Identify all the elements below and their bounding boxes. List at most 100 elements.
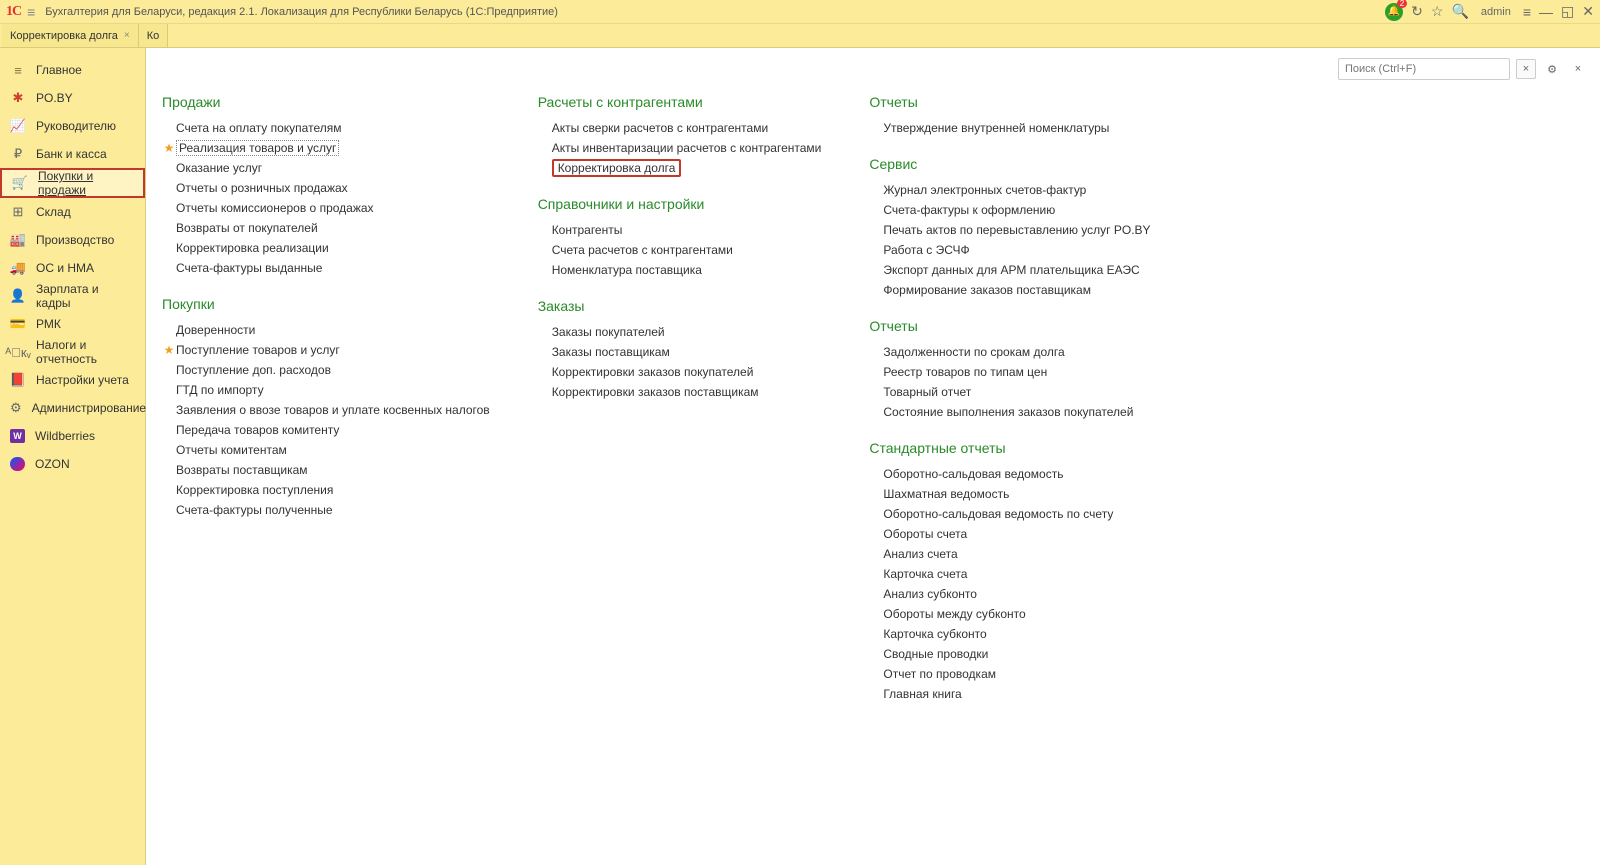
tab-label: Ко <box>147 30 160 42</box>
nav-link[interactable]: Сводные проводки <box>883 647 988 661</box>
sidebar-item[interactable]: WWildberries <box>0 422 145 450</box>
nav-link[interactable]: Экспорт данных для АРМ плательщика ЕАЭС <box>883 263 1139 277</box>
sidebar-item[interactable]: ⊞Склад <box>0 198 145 226</box>
sidebar-item[interactable]: 📕Настройки учета <box>0 366 145 394</box>
sidebar-item[interactable]: ✱PO.BY <box>0 84 145 112</box>
star-icon[interactable]: ★ <box>162 141 176 155</box>
nav-link[interactable]: Карточка субконто <box>883 627 986 641</box>
nav-link[interactable]: Номенклатура поставщика <box>552 263 702 277</box>
nav-link[interactable]: Заказы покупателей <box>552 325 665 339</box>
nav-link[interactable]: Корректировка долга <box>552 159 682 177</box>
settings-gear-icon[interactable]: ⚙ <box>1542 59 1562 79</box>
nav-link[interactable]: Карточка счета <box>883 567 967 581</box>
sidebar-item[interactable]: ⚙Администрирование <box>0 394 145 422</box>
minimize-icon[interactable]: — <box>1539 4 1553 20</box>
nav-link[interactable]: Доверенности <box>176 323 255 337</box>
nav-link[interactable]: Состояние выполнения заказов покупателей <box>883 405 1133 419</box>
nav-link[interactable]: Корректировки заказов покупателей <box>552 365 754 379</box>
nav-link[interactable]: Корректировка поступления <box>176 483 333 497</box>
sidebar-item[interactable]: 🚚ОС и НМА <box>0 254 145 282</box>
sidebar-item-label: Налоги и отчетность <box>36 338 135 366</box>
sidebar-item-icon: 🏭 <box>10 232 26 248</box>
close-window-icon[interactable]: ✕ <box>1582 3 1594 20</box>
sidebar-item[interactable]: 👤Зарплата и кадры <box>0 282 145 310</box>
sidebar-item-label: Банк и касса <box>36 147 107 161</box>
nav-link[interactable]: Счета на оплату покупателям <box>176 121 341 135</box>
nav-link[interactable]: Товарный отчет <box>883 385 971 399</box>
nav-link[interactable]: Корректировка реализации <box>176 241 329 255</box>
nav-link[interactable]: Возвраты от покупателей <box>176 221 318 235</box>
sidebar-item[interactable]: OZON <box>0 450 145 478</box>
sidebar-item[interactable]: 🛒Покупки и продажи <box>0 168 145 198</box>
nav-link[interactable]: Утверждение внутренней номенклатуры <box>883 121 1109 135</box>
nav-link[interactable]: Журнал электронных счетов-фактур <box>883 183 1086 197</box>
nav-link[interactable]: Главная книга <box>883 687 961 701</box>
sidebar-item[interactable]: ᴬᷝкᵥ Налоги и отчетность <box>0 338 145 366</box>
sidebar-item[interactable]: 🏭Производство <box>0 226 145 254</box>
nav-link[interactable]: Реализация товаров и услуг <box>176 140 339 156</box>
history-icon[interactable]: ↻ <box>1411 3 1423 20</box>
sidebar-item[interactable]: ₽Банк и касса <box>0 140 145 168</box>
nav-link[interactable]: Поступление доп. расходов <box>176 363 331 377</box>
nav-link[interactable]: Оборотно-сальдовая ведомость по счету <box>883 507 1113 521</box>
tab[interactable]: Корректировка долга × <box>2 24 139 47</box>
nav-link[interactable]: Передача товаров комитенту <box>176 423 339 437</box>
tab[interactable]: Ко <box>139 24 169 47</box>
search-clear-button[interactable]: × <box>1516 59 1536 79</box>
nav-link[interactable]: Заказы поставщикам <box>552 345 670 359</box>
nav-link[interactable]: Оказание услуг <box>176 161 262 175</box>
sidebar-item[interactable]: 📈Руководителю <box>0 112 145 140</box>
close-panel-icon[interactable]: × <box>1568 59 1588 79</box>
sidebar-item[interactable]: ≡Главное <box>0 56 145 84</box>
notifications-button[interactable]: 🔔 2 <box>1385 3 1403 21</box>
nav-link[interactable]: ГТД по импорту <box>176 383 264 397</box>
nav-link[interactable]: Отчет по проводкам <box>883 667 996 681</box>
nav-link[interactable]: Обороты счета <box>883 527 967 541</box>
sidebar-item[interactable]: 💳 РМК <box>0 310 145 338</box>
star-icon[interactable]: ☆ <box>1431 3 1444 20</box>
nav-link[interactable]: Акты сверки расчетов с контрагентами <box>552 121 768 135</box>
nav-link[interactable]: Отчеты о розничных продажах <box>176 181 348 195</box>
close-icon[interactable]: × <box>124 30 130 41</box>
sidebar-item-label: РМК <box>36 317 61 331</box>
nav-link[interactable]: Акты инвентаризации расчетов с контраген… <box>552 141 822 155</box>
search-icon[interactable]: 🔍 <box>1451 3 1468 20</box>
nav-link[interactable]: Счета-фактуры выданные <box>176 261 322 275</box>
nav-link[interactable]: Счета расчетов с контрагентами <box>552 243 733 257</box>
nav-link[interactable]: Анализ субконто <box>883 587 977 601</box>
nav-link[interactable]: Работа с ЭСЧФ <box>883 243 969 257</box>
sidebar-item-icon: 👤 <box>10 288 26 304</box>
section-title: Стандартные отчеты <box>869 440 1150 456</box>
sidebar-item-label: Покупки и продажи <box>38 169 133 197</box>
nav-link[interactable]: Реестр товаров по типам цен <box>883 365 1047 379</box>
star-icon[interactable]: ★ <box>162 343 176 357</box>
nav-link[interactable]: Поступление товаров и услуг <box>176 343 340 357</box>
nav-link[interactable]: Счета-фактуры к оформлению <box>883 203 1055 217</box>
restore-icon[interactable]: ◱ <box>1561 3 1574 20</box>
nav-link[interactable]: Задолженности по срокам долга <box>883 345 1064 359</box>
nav-link[interactable]: Формирование заказов поставщикам <box>883 283 1091 297</box>
nav-link[interactable]: Печать актов по перевыставлению услуг PO… <box>883 223 1150 237</box>
nav-link[interactable]: Отчеты комиссионеров о продажах <box>176 201 374 215</box>
nav-link[interactable]: Заявления о ввозе товаров и уплате косве… <box>176 403 490 417</box>
sidebar-item-icon: 🚚 <box>10 260 26 276</box>
nav-link[interactable]: Контрагенты <box>552 223 623 237</box>
sidebar: ≡Главное✱PO.BY📈Руководителю₽Банк и касса… <box>0 48 146 865</box>
username[interactable]: admin <box>1481 6 1511 18</box>
settings-icon[interactable]: ≡ <box>1523 4 1531 20</box>
nav-link[interactable]: Счета-фактуры полученные <box>176 503 333 517</box>
nav-link[interactable]: Отчеты комитентам <box>176 443 287 457</box>
nav-link[interactable]: Анализ счета <box>883 547 957 561</box>
tab-label: Корректировка долга <box>10 30 118 42</box>
nav-link[interactable]: Шахматная ведомость <box>883 487 1009 501</box>
section-title: Продажи <box>162 94 490 110</box>
search-input[interactable] <box>1338 58 1510 80</box>
nav-link[interactable]: Возвраты поставщикам <box>176 463 308 477</box>
nav-link[interactable]: Оборотно-сальдовая ведомость <box>883 467 1063 481</box>
sidebar-item-icon: 💳 <box>10 316 26 332</box>
sidebar-item-icon: ᴬᷝкᵥ <box>10 345 26 360</box>
nav-link[interactable]: Корректировки заказов поставщикам <box>552 385 759 399</box>
nav-link[interactable]: Обороты между субконто <box>883 607 1025 621</box>
sidebar-item-label: OZON <box>35 457 70 471</box>
menu-icon[interactable]: ≡ <box>27 4 35 20</box>
